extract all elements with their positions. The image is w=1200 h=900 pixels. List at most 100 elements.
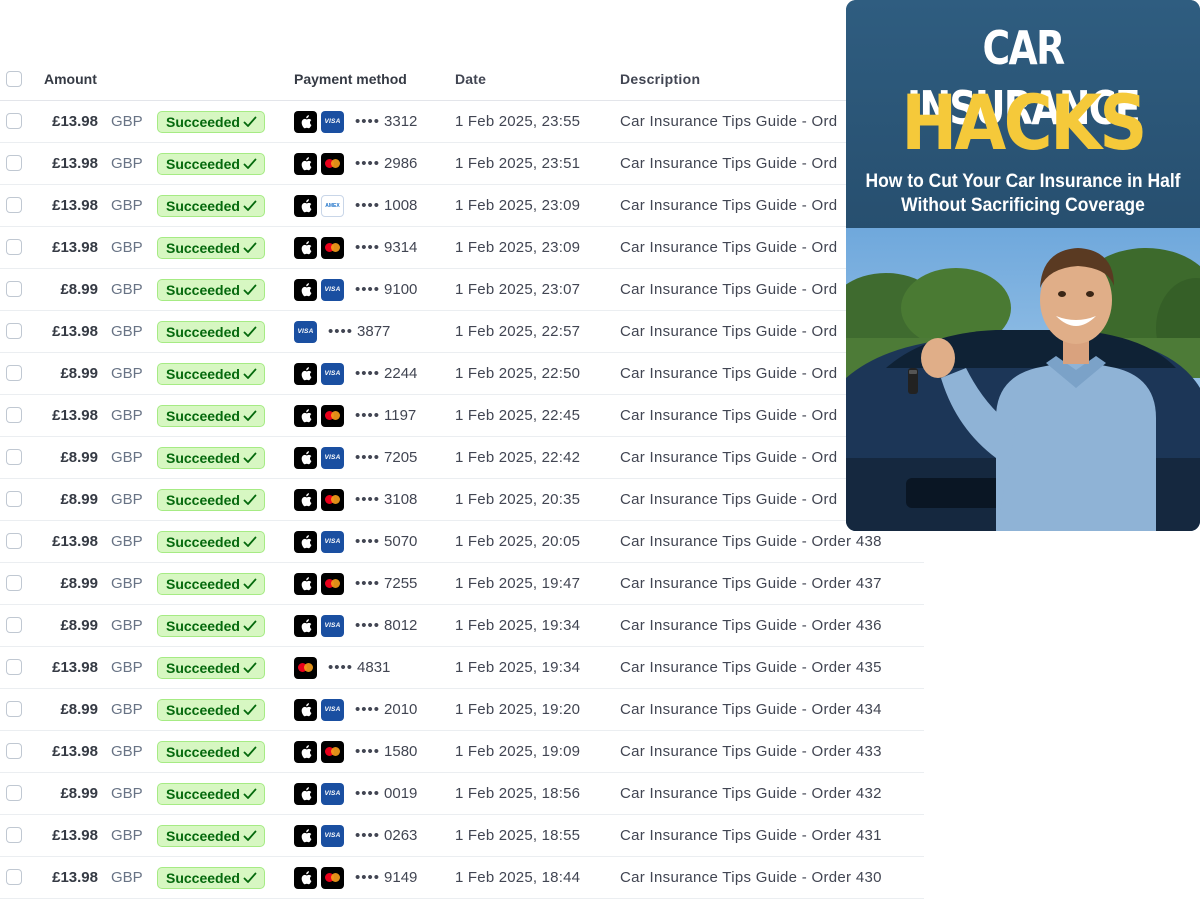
status-cell: Succeeded <box>157 647 265 688</box>
column-header-date[interactable]: Date <box>455 58 486 100</box>
masked-card-dots: •••• <box>355 617 381 634</box>
description-cell: Car Insurance Tips Guide - Ord <box>620 491 838 508</box>
masked-card-dots: •••• <box>355 701 381 718</box>
row-checkbox[interactable] <box>6 448 22 465</box>
row-checkbox[interactable] <box>6 826 22 843</box>
status-badge: Succeeded <box>157 320 265 343</box>
masked-card-dots: •••• <box>355 281 381 298</box>
column-header-description[interactable]: Description <box>620 58 700 100</box>
currency-cell: GBP <box>111 617 143 634</box>
apple-pay-icon <box>294 866 317 889</box>
status-badge: Succeeded <box>157 488 265 511</box>
row-checkbox[interactable] <box>6 364 22 381</box>
status-cell: Succeeded <box>157 605 265 646</box>
payment-method-cell: VISA •••• 0263 <box>294 815 417 856</box>
row-checkbox[interactable] <box>6 868 22 885</box>
date-cell: 1 Feb 2025, 22:50 <box>455 365 581 382</box>
status-badge: Succeeded <box>157 236 265 259</box>
promo-book-cover[interactable]: CAR INSURANCE HACKS How to Cut Your Car … <box>846 0 1200 531</box>
table-row[interactable]: £13.98 GBP Succeeded •••• 1580 1 Feb 2025, 1… <box>0 731 924 773</box>
row-checkbox[interactable] <box>6 238 22 255</box>
card-last4: 0019 <box>384 785 418 802</box>
description-cell: Car Insurance Tips Guide - Order 435 <box>620 659 882 676</box>
table-row[interactable]: £13.98 GBP Succeeded VISA •••• 3312 1 Feb 202… <box>0 101 924 143</box>
row-checkbox[interactable] <box>6 700 22 717</box>
table-row[interactable]: £13.98 GBP Succeeded •••• 1197 1 Feb 2025, 2… <box>0 395 924 437</box>
row-checkbox[interactable] <box>6 154 22 171</box>
table-row[interactable]: £13.98 GBP Succeeded VISA •••• 5070 1 Feb 202… <box>0 521 924 563</box>
select-all-checkbox[interactable] <box>6 71 22 87</box>
row-checkbox[interactable] <box>6 742 22 759</box>
row-checkbox[interactable] <box>6 196 22 213</box>
currency-cell: GBP <box>111 659 143 676</box>
visa-icon: VISA <box>321 614 344 637</box>
description-cell: Car Insurance Tips Guide - Order 438 <box>620 533 882 550</box>
table-row[interactable]: £8.99 GBP Succeeded VISA •••• 0019 1 Feb 2025… <box>0 773 924 815</box>
row-checkbox[interactable] <box>6 280 22 297</box>
currency-cell: GBP <box>111 533 143 550</box>
checkmark-icon <box>243 326 257 337</box>
status-badge: Succeeded <box>157 530 265 553</box>
payment-method-cell: VISA •••• 5070 <box>294 521 417 562</box>
status-cell: Succeeded <box>157 773 265 814</box>
table-row[interactable]: £8.99 GBP Succeeded •••• 3108 1 Feb 2025, 20… <box>0 479 924 521</box>
status-badge: Succeeded <box>157 572 265 595</box>
row-checkbox[interactable] <box>6 616 22 633</box>
table-row[interactable]: £13.98 GBP Succeeded •••• 4831 1 Feb 2025, 1… <box>0 647 924 689</box>
table-row[interactable]: £13.98 GBP Succeeded AMEX •••• 1008 1 Feb 202… <box>0 185 924 227</box>
status-label: Succeeded <box>166 113 240 130</box>
table-row[interactable]: £8.99 GBP Succeeded VISA •••• 2244 1 Feb 2025… <box>0 353 924 395</box>
row-checkbox[interactable] <box>6 532 22 549</box>
status-label: Succeeded <box>166 281 240 298</box>
date-cell: 1 Feb 2025, 23:51 <box>455 155 581 172</box>
masked-card-dots: •••• <box>355 155 381 172</box>
table-row[interactable]: £13.98 GBP Succeeded VISA •••• 0263 1 Feb 202… <box>0 815 924 857</box>
table-row[interactable]: £8.99 GBP Succeeded VISA •••• 2010 1 Feb 2025… <box>0 689 924 731</box>
row-checkbox[interactable] <box>6 658 22 675</box>
row-checkbox[interactable] <box>6 574 22 591</box>
table-row[interactable]: £13.98 GBP Succeeded VISA •••• 3877 1 Feb 202… <box>0 311 924 353</box>
table-row[interactable]: £8.99 GBP Succeeded •••• 7255 1 Feb 2025, 19… <box>0 563 924 605</box>
date-cell: 1 Feb 2025, 22:42 <box>455 449 581 466</box>
status-cell: Succeeded <box>157 101 265 142</box>
visa-icon: VISA <box>321 446 344 469</box>
checkmark-icon <box>243 578 257 589</box>
description-cell: Car Insurance Tips Guide - Ord <box>620 365 838 382</box>
status-cell: Succeeded <box>157 143 265 184</box>
visa-icon: VISA <box>321 278 344 301</box>
description-cell: Car Insurance Tips Guide - Order 434 <box>620 701 882 718</box>
table-row[interactable]: £13.98 GBP Succeeded •••• 2986 1 Feb 2025, 2… <box>0 143 924 185</box>
visa-icon: VISA <box>321 824 344 847</box>
table-body: £13.98 GBP Succeeded VISA •••• 3312 1 Feb 202… <box>0 101 924 899</box>
row-checkbox[interactable] <box>6 490 22 507</box>
visa-icon: VISA <box>321 698 344 721</box>
promo-subtitle-line2: Without Sacrificing Coverage <box>901 195 1145 216</box>
date-cell: 1 Feb 2025, 23:09 <box>455 197 581 214</box>
card-last4: 7255 <box>384 575 418 592</box>
table-row[interactable]: £13.98 GBP Succeeded •••• 9149 1 Feb 2025, 1… <box>0 857 924 899</box>
row-checkbox[interactable] <box>6 112 22 129</box>
column-header-amount[interactable]: Amount <box>44 58 97 100</box>
row-checkbox[interactable] <box>6 322 22 339</box>
column-header-payment-method[interactable]: Payment method <box>294 58 407 100</box>
status-badge: Succeeded <box>157 698 265 721</box>
table-row[interactable]: £8.99 GBP Succeeded VISA •••• 7205 1 Feb 2025… <box>0 437 924 479</box>
description-cell: Car Insurance Tips Guide - Order 432 <box>620 785 882 802</box>
date-cell: 1 Feb 2025, 23:09 <box>455 239 581 256</box>
table-row[interactable]: £8.99 GBP Succeeded VISA •••• 8012 1 Feb 2025… <box>0 605 924 647</box>
row-checkbox[interactable] <box>6 784 22 801</box>
card-last4: 0263 <box>384 827 418 844</box>
payment-method-cell: VISA •••• 2010 <box>294 689 417 730</box>
status-badge: Succeeded <box>157 824 265 847</box>
currency-cell: GBP <box>111 239 143 256</box>
promo-subtitle: How to Cut Your Car Insurance in Half Wi… <box>860 170 1186 218</box>
table-row[interactable]: £8.99 GBP Succeeded VISA •••• 9100 1 Feb 2025… <box>0 269 924 311</box>
payment-method-cell: VISA •••• 9100 <box>294 269 417 310</box>
row-checkbox[interactable] <box>6 406 22 423</box>
status-label: Succeeded <box>166 155 240 172</box>
card-last4: 3108 <box>384 491 418 508</box>
payments-table: Amount Payment method Date Description £… <box>0 58 924 899</box>
status-label: Succeeded <box>166 239 240 256</box>
table-row[interactable]: £13.98 GBP Succeeded •••• 9314 1 Feb 2025, 2… <box>0 227 924 269</box>
masked-card-dots: •••• <box>355 113 381 130</box>
